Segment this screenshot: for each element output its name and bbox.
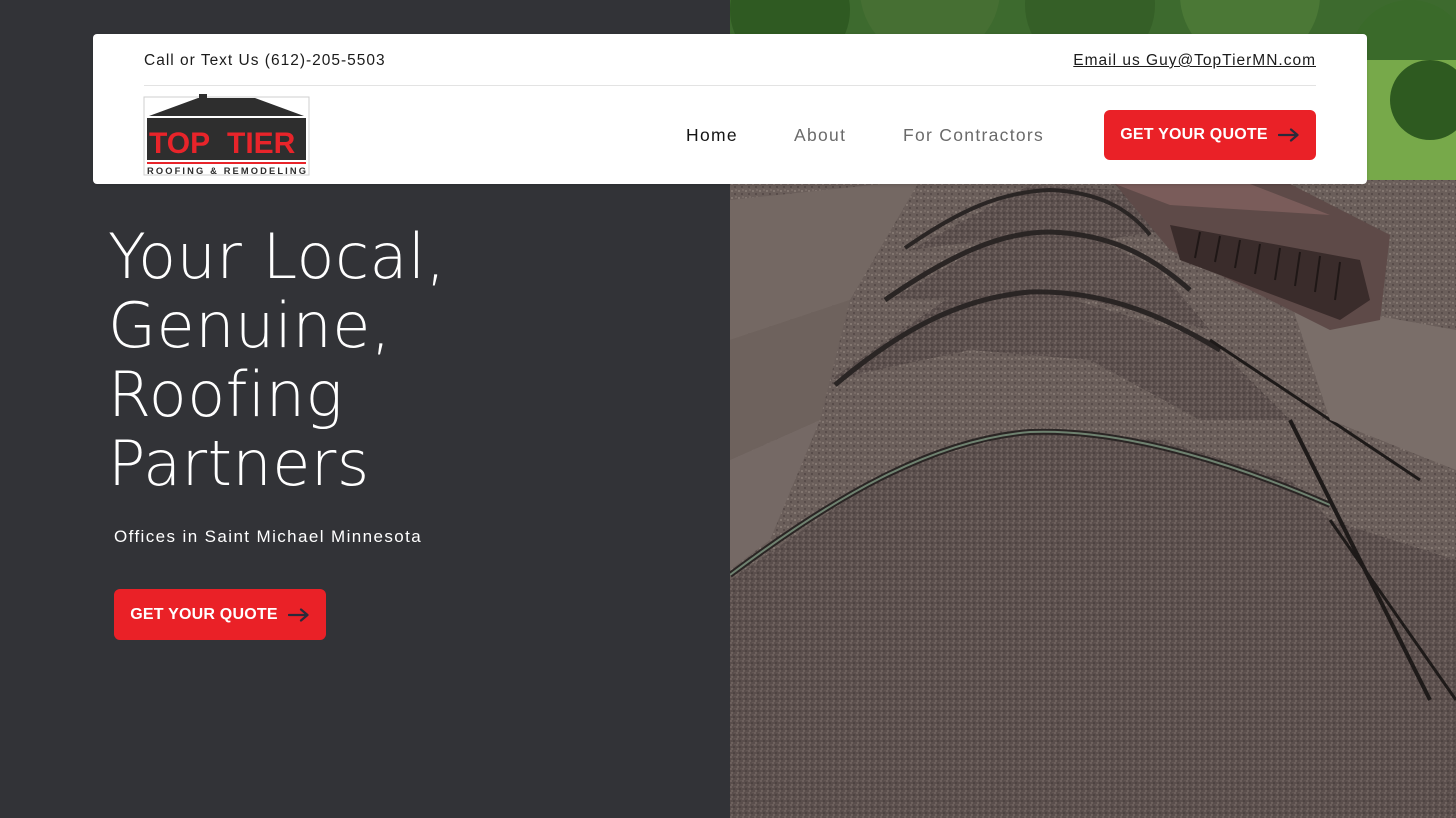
header-get-quote-button[interactable]: GET YOUR QUOTE <box>1104 110 1316 160</box>
hero-get-quote-label: GET YOUR QUOTE <box>130 605 278 623</box>
hero-title-line-3: Roofing <box>108 358 344 431</box>
hero-title-line-1: Your Local, <box>108 220 446 293</box>
site-header: Call or Text Us (612)-205-5503 Email us … <box>93 34 1367 184</box>
nav-home[interactable]: Home <box>686 125 738 146</box>
svg-text:TOP: TOP <box>149 127 210 160</box>
top-tier-logo[interactable]: TOP TIER ROOFING & REMODELING <box>143 94 310 178</box>
hero-title: Your Local, Genuine, Roofing Partners <box>108 222 668 498</box>
svg-text:ROOFING & REMODELING: ROOFING & REMODELING <box>147 166 306 176</box>
header-get-quote-label: GET YOUR QUOTE <box>1120 126 1268 143</box>
hero-subtitle: Offices in Saint Michael Minnesota <box>114 527 423 546</box>
svg-text:TIER: TIER <box>227 127 296 160</box>
hero-get-quote-button[interactable]: GET YOUR QUOTE <box>114 589 326 640</box>
phone-contact[interactable]: Call or Text Us (612)-205-5503 <box>144 52 386 70</box>
arrow-right-icon <box>287 607 309 622</box>
header-divider <box>144 85 1316 86</box>
nav-for-contractors[interactable]: For Contractors <box>903 125 1044 146</box>
hero-title-line-2: Genuine, <box>108 289 392 362</box>
nav-about[interactable]: About <box>794 125 846 146</box>
hero-title-line-4: Partners <box>108 427 370 500</box>
email-link[interactable]: Email us Guy@TopTierMN.com <box>1073 52 1316 70</box>
arrow-right-icon <box>1277 128 1299 142</box>
